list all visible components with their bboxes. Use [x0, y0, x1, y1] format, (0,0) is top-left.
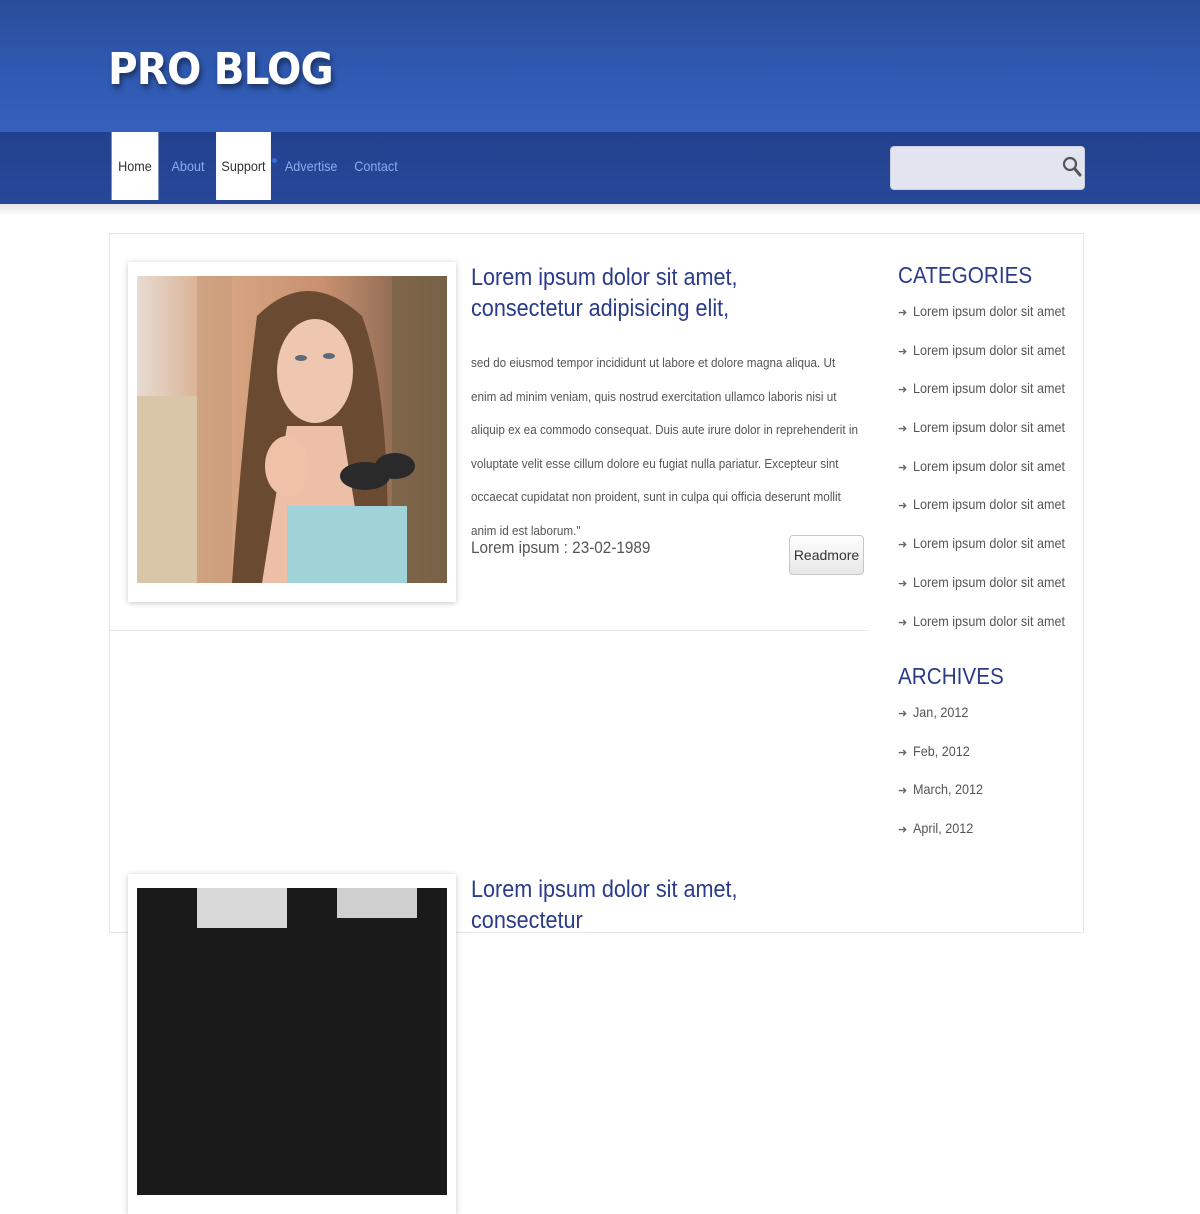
nav-active-indicator — [272, 158, 277, 163]
category-item[interactable]: ➜ Lorem ipsum dolor sit amet — [898, 531, 1082, 570]
arrow-right-icon: ➜ — [898, 616, 908, 629]
post-divider — [110, 630, 868, 631]
search-input[interactable] — [897, 153, 1051, 185]
nav-item-about[interactable]: About — [169, 132, 207, 200]
archive-item[interactable]: ➜ April, 2012 — [898, 816, 991, 855]
archive-item[interactable]: ➜ Feb, 2012 — [898, 739, 991, 778]
arrow-right-icon: ➜ — [898, 746, 908, 759]
nav-item-contact[interactable]: Contact — [353, 132, 400, 200]
category-item[interactable]: ➜ Lorem ipsum dolor sit amet — [898, 376, 1082, 415]
post-image — [137, 888, 447, 1195]
arrow-right-icon: ➜ — [898, 785, 908, 798]
categories-list: ➜ Lorem ipsum dolor sit amet ➜ Lorem ipsum… — [898, 299, 1082, 647]
archives-title: ARCHIVES — [898, 663, 1004, 689]
arrow-right-icon: ➜ — [898, 423, 908, 436]
arrow-right-icon: ➜ — [898, 461, 908, 474]
arrow-right-icon: ➜ — [898, 345, 908, 358]
post-excerpt: sed do eiusmod tempor incididunt ut labo… — [471, 355, 858, 538]
readmore-button[interactable]: Readmore — [789, 535, 864, 575]
post-date: Lorem ipsum : 23-02-1989 — [471, 538, 651, 557]
post-thumbnail[interactable] — [128, 262, 456, 602]
nav-item-advertise[interactable]: Advertise — [285, 132, 338, 200]
arrow-right-icon: ➜ — [898, 384, 908, 397]
archive-item[interactable]: ➜ March, 2012 — [898, 777, 991, 816]
search-icon[interactable] — [1062, 156, 1082, 178]
search-box — [890, 146, 1085, 190]
post-image — [137, 276, 447, 583]
nav-item-home[interactable]: Home — [111, 132, 159, 200]
post-title[interactable]: Lorem ipsum dolor sit amet, consectetur … — [471, 262, 795, 324]
category-item[interactable]: ➜ Lorem ipsum dolor sit amet — [898, 492, 1082, 531]
site-header: PRO BLOG — [0, 0, 1200, 132]
post-thumbnail[interactable] — [128, 874, 456, 1214]
archive-item[interactable]: ➜ Jan, 2012 — [898, 700, 991, 739]
arrow-right-icon: ➜ — [898, 577, 908, 590]
archives-list: ➜ Jan, 2012 ➜ Feb, 2012 ➜ March, 2012 ➜ Apri… — [898, 700, 991, 855]
category-item[interactable]: ➜ Lorem ipsum dolor sit amet — [898, 415, 1082, 454]
category-item[interactable]: ➜ Lorem ipsum dolor sit amet — [898, 609, 1082, 648]
nav-item-support[interactable]: Support — [216, 132, 271, 200]
category-item[interactable]: ➜ Lorem ipsum dolor sit amet — [898, 454, 1082, 493]
arrow-right-icon: ➜ — [898, 824, 908, 837]
category-item[interactable]: ➜ Lorem ipsum dolor sit amet — [898, 299, 1082, 338]
category-item[interactable]: ➜ Lorem ipsum dolor sit amet — [898, 570, 1082, 609]
arrow-right-icon: ➜ — [898, 307, 908, 319]
category-item[interactable]: ➜ Lorem ipsum dolor sit amet — [898, 338, 1082, 377]
categories-title: CATEGORIES — [898, 262, 1033, 288]
arrow-right-icon: ➜ — [898, 500, 908, 513]
arrow-right-icon: ➜ — [898, 539, 908, 552]
site-logo[interactable]: PRO BLOG — [108, 40, 334, 100]
arrow-right-icon: ➜ — [898, 708, 908, 720]
post-title[interactable]: Lorem ipsum dolor sit amet, consectetur — [471, 874, 795, 936]
nav-shadow — [0, 204, 1200, 216]
